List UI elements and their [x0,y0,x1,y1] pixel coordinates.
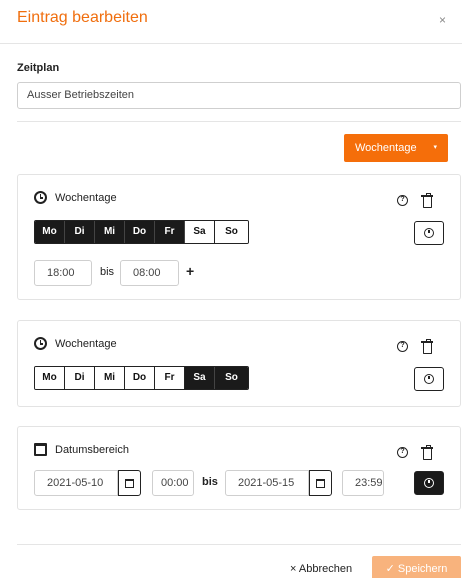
card-title: Wochentage [34,337,117,350]
calendar-icon [34,443,47,456]
end-date-picker-button[interactable] [309,470,332,496]
divider [17,121,461,122]
footer-divider [17,544,461,545]
card-title: Datumsbereich [34,443,129,456]
clock-icon [34,191,47,204]
day-selector: Mo Di Mi Do Fr Sa So [34,220,249,244]
calendar-icon [125,478,134,488]
card-title-text: Wochentage [55,337,117,350]
day-toggle-di[interactable]: Di [65,221,95,243]
add-time-button[interactable]: + [186,263,194,279]
day-toggle-so[interactable]: So [215,221,248,243]
to-time-input[interactable]: 08:00 [120,260,179,286]
help-icon[interactable]: ? [397,195,408,206]
close-icon[interactable]: × [439,13,446,27]
card-title-text: Wochentage [55,191,117,204]
end-date-input[interactable]: 2021-05-15 [225,470,309,496]
day-selector: Mo Di Mi Do Fr Sa So [34,366,249,390]
caret-down-icon: ▾ [433,144,437,151]
card-title-text: Datumsbereich [55,443,129,456]
type-dropdown-button[interactable]: Wochentage ▾ [344,134,448,162]
from-time-input[interactable]: 18:00 [34,260,92,286]
day-toggle-so[interactable]: So [215,367,248,389]
day-toggle-sa[interactable]: Sa [185,367,215,389]
day-toggle-fr[interactable]: Fr [155,221,185,243]
trash-icon[interactable] [421,445,433,460]
calendar-icon [316,478,325,488]
time-toggle-button[interactable] [414,221,444,245]
trash-icon[interactable] [421,193,433,208]
end-time-input[interactable]: 23:59 [342,470,384,496]
date-range-card: Datumsbereich ? 2021-05-10 00:00 bis 202… [17,426,461,510]
help-icon[interactable]: ? [397,447,408,458]
help-icon[interactable]: ? [397,341,408,352]
clock-icon [34,337,47,350]
card-title: Wochentage [34,191,117,204]
day-toggle-mo[interactable]: Mo [35,221,65,243]
day-toggle-mi[interactable]: Mi [95,221,125,243]
weekday-card: Wochentage ? Mo Di Mi Do Fr Sa So [17,320,461,407]
day-toggle-di[interactable]: Di [65,367,95,389]
day-toggle-do[interactable]: Do [125,367,155,389]
cancel-button[interactable]: × Abbrechen [290,563,352,575]
day-toggle-mo[interactable]: Mo [35,367,65,389]
save-button[interactable]: ✓ Speichern [372,556,461,578]
weekday-card: Wochentage ? Mo Di Mi Do Fr Sa So 18:00 … [17,174,461,300]
time-toggle-button[interactable] [414,367,444,391]
modal-header: Eintrag bearbeiten × [0,0,462,44]
bis-label: bis [100,266,115,278]
start-time-input[interactable]: 00:00 [152,470,194,496]
day-toggle-sa[interactable]: Sa [185,221,215,243]
day-toggle-fr[interactable]: Fr [155,367,185,389]
schedule-input[interactable]: Ausser Betriebszeiten [17,82,461,109]
schedule-label: Zeitplan [17,62,60,74]
clock-icon [424,478,434,488]
trash-icon[interactable] [421,339,433,354]
start-date-picker-button[interactable] [118,470,141,496]
type-dropdown-label: Wochentage [355,142,417,154]
time-toggle-button[interactable] [414,471,444,495]
clock-icon [424,374,434,384]
modal-title: Eintrag bearbeiten [17,9,148,26]
bis-label: bis [202,476,218,488]
start-date-input[interactable]: 2021-05-10 [34,470,118,496]
day-toggle-do[interactable]: Do [125,221,155,243]
day-toggle-mi[interactable]: Mi [95,367,125,389]
clock-icon [424,228,434,238]
